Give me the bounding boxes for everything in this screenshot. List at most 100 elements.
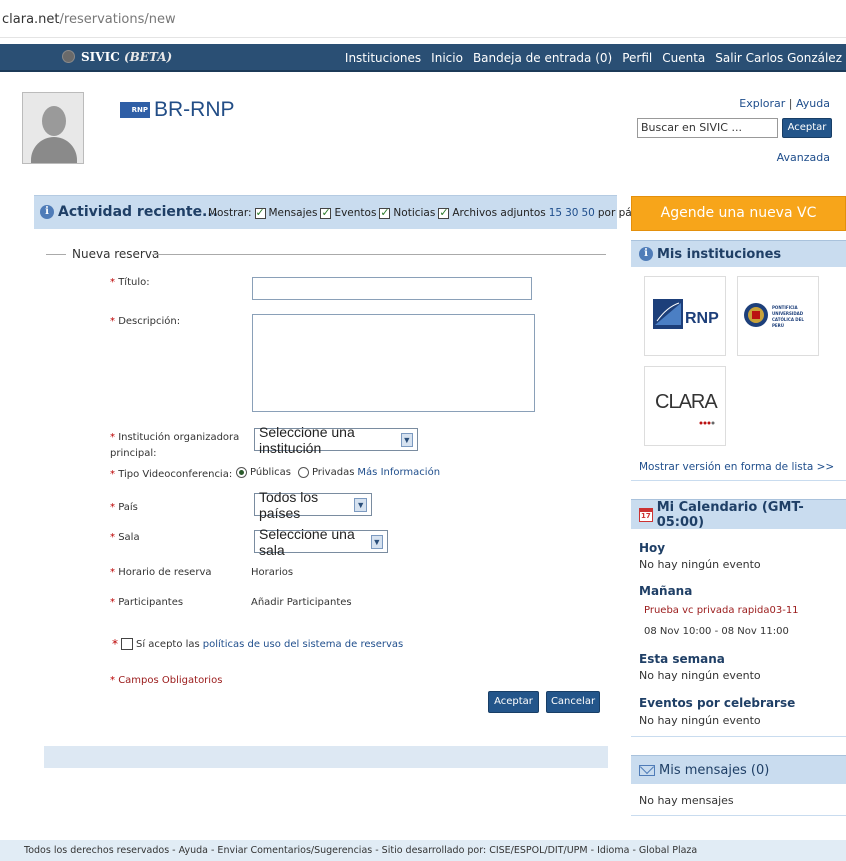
filter-news-label: Noticias — [393, 207, 436, 219]
institution-title: BR-RNP — [154, 98, 235, 121]
help-link[interactable]: Ayuda — [796, 97, 830, 110]
accept-text: Sí acepto las — [136, 638, 200, 650]
vc-private-label: Privadas — [311, 467, 355, 478]
recent-activity-label: Actividad reciente... — [58, 204, 219, 220]
country-select[interactable]: Todos los países ▼ — [254, 489, 372, 521]
avatar-body — [31, 137, 77, 163]
page-size-30[interactable]: 30 — [565, 207, 578, 219]
site-brand[interactable]: SIVIC (BETA) — [62, 50, 172, 64]
vc-type-label: * Tipo Videoconferencia: — [110, 469, 233, 480]
more-info-link[interactable]: Más Información — [357, 467, 440, 478]
pucp-tile-label: PONTIFICIA UNIVERSIDAD CATÓLICA DEL PERÚ — [772, 305, 804, 328]
advanced-search-link[interactable]: Avanzada — [777, 151, 830, 164]
my-institutions-header: i Mis instituciones — [631, 240, 846, 267]
description-label: * Descripción: — [110, 316, 181, 327]
add-participants-link[interactable]: Añadir Participantes — [251, 597, 352, 608]
filter-attachments-checkbox[interactable] — [438, 206, 450, 219]
top-navigation-bar: SIVIC (BETA) Instituciones Inicio Bandej… — [0, 44, 846, 72]
institution-tile-pucp[interactable]: PONTIFICIA UNIVERSIDAD CATÓLICA DEL PERÚ — [737, 276, 819, 356]
cal-today-text: No hay ningún evento — [639, 558, 761, 571]
cal-event-time: 08 Nov 10:00 - 08 Nov 11:00 — [644, 626, 789, 637]
messages-empty-text: No hay mensajes — [639, 794, 734, 807]
cal-week-heading: Esta semana — [639, 652, 725, 666]
calendar-panel: Hoy No hay ningún evento Mañana Prueba v… — [631, 529, 846, 737]
top-nav-links: Instituciones Inicio Bandeja de entrada … — [345, 51, 842, 65]
filter-news-checkbox[interactable] — [379, 206, 391, 219]
info-icon: i — [639, 247, 653, 261]
vc-private-radio[interactable] — [297, 467, 309, 478]
my-institutions-panel: RNP PONTIFICIA UNIVERSIDAD CATÓLICA DEL … — [631, 267, 846, 481]
messages-header: Mis mensajes (0) — [631, 755, 846, 784]
address-bar-divider — [0, 37, 846, 38]
brand-name: SIVIC — [81, 50, 120, 64]
policies-link[interactable]: políticas de uso del sistema de reservas — [203, 639, 404, 650]
messages-panel: No hay mensajes — [631, 784, 846, 816]
chevron-down-icon: ▼ — [354, 497, 367, 512]
avatar-head — [42, 106, 66, 136]
cal-today-heading: Hoy — [639, 541, 666, 555]
description-textarea[interactable] — [252, 314, 535, 412]
filter-events-checkbox[interactable] — [320, 206, 332, 219]
messages-title: Mis mensajes (0) — [659, 762, 770, 778]
nav-perfil[interactable]: Perfil — [622, 51, 652, 65]
info-icon: i — [40, 205, 54, 219]
nav-cuenta[interactable]: Cuenta — [662, 51, 705, 65]
nav-logout[interactable]: Salir Carlos González — [715, 51, 842, 65]
institution-tile-clara[interactable]: CLARA — [644, 366, 726, 446]
title-label: * Título: — [110, 277, 150, 288]
accept-button[interactable]: Aceptar — [488, 691, 539, 713]
institution-select[interactable]: Seleccione una institución ▼ — [254, 424, 418, 456]
filter-messages-checkbox[interactable] — [254, 206, 266, 219]
calendar-icon: 17 — [639, 507, 653, 522]
activity-filters: Mostrar: Mensajes Eventos Noticias Archi… — [208, 206, 654, 220]
country-label: * País — [110, 502, 138, 513]
cal-week-text: No hay ningún evento — [639, 669, 761, 682]
form-legend: Nueva reserva — [72, 247, 160, 261]
calendar-header: 17 Mi Calendario (GMT-05:00) — [631, 499, 846, 530]
nav-inbox[interactable]: Bandeja de entrada (0) — [473, 51, 612, 65]
page-size-15[interactable]: 15 — [549, 207, 562, 219]
explore-link[interactable]: Explorar — [739, 97, 785, 110]
policy-required-mark: * — [112, 637, 118, 651]
show-label: Mostrar: — [208, 207, 252, 219]
content-bottom-band — [44, 746, 608, 768]
page-size-50[interactable]: 50 — [582, 207, 595, 219]
vc-public-label: Públicas — [250, 467, 291, 478]
fieldset-border — [46, 254, 66, 255]
title-input[interactable] — [252, 277, 532, 300]
beta-tag: (BETA) — [123, 50, 173, 64]
filter-attachments-label: Archivos adjuntos — [452, 207, 546, 219]
filter-messages-label: Mensajes — [268, 207, 318, 219]
url-text[interactable]: clara.net/reservations/new — [2, 12, 176, 27]
recent-activity-bar: i Actividad reciente... Mostrar: Mensaje… — [34, 195, 654, 229]
chevron-down-icon: ▼ — [400, 432, 413, 447]
participants-label: * Participantes — [110, 597, 184, 608]
schedule-new-vc-button[interactable]: Agende una nueva VC — [631, 196, 846, 231]
accept-policy-checkbox[interactable] — [121, 638, 133, 650]
vc-public-radio[interactable] — [236, 467, 247, 478]
vc-type-options: Públicas Privadas Más Información — [236, 467, 440, 478]
institution-tile-rnp[interactable]: RNP — [644, 276, 726, 356]
search-input[interactable]: Buscar en SIVIC ... — [637, 118, 778, 138]
header-links: Explorar | Ayuda — [739, 97, 830, 110]
cal-event-link[interactable]: Prueba vc privada rapida03-11 — [644, 605, 799, 616]
footer: Todos los derechos reservados - Ayuda - … — [0, 840, 846, 861]
fieldset-border — [152, 254, 606, 255]
institution-header: RNP BR-RNP — [120, 98, 235, 122]
header-link-separator: | — [788, 97, 793, 110]
cal-upcoming-heading: Eventos por celebrarse — [639, 696, 796, 710]
schedule-link[interactable]: Horarios — [251, 567, 293, 578]
search-button[interactable]: Aceptar — [782, 118, 832, 138]
clara-logo-dots — [699, 421, 715, 425]
filter-events-label: Eventos — [334, 207, 377, 219]
room-label: * Sala — [110, 532, 140, 543]
avatar[interactable] — [22, 92, 84, 164]
recent-activity-title[interactable]: i Actividad reciente... — [40, 204, 218, 220]
cancel-button[interactable]: Cancelar — [546, 691, 600, 713]
nav-inicio[interactable]: Inicio — [431, 51, 463, 65]
room-select[interactable]: Seleccione una sala ▼ — [254, 526, 388, 558]
nav-instituciones[interactable]: Instituciones — [345, 51, 421, 65]
list-view-link[interactable]: Mostrar versión en forma de lista >> — [639, 461, 834, 473]
address-bar[interactable]: clara.net/reservations/new — [0, 0, 846, 38]
chevron-down-icon: ▼ — [370, 534, 383, 549]
